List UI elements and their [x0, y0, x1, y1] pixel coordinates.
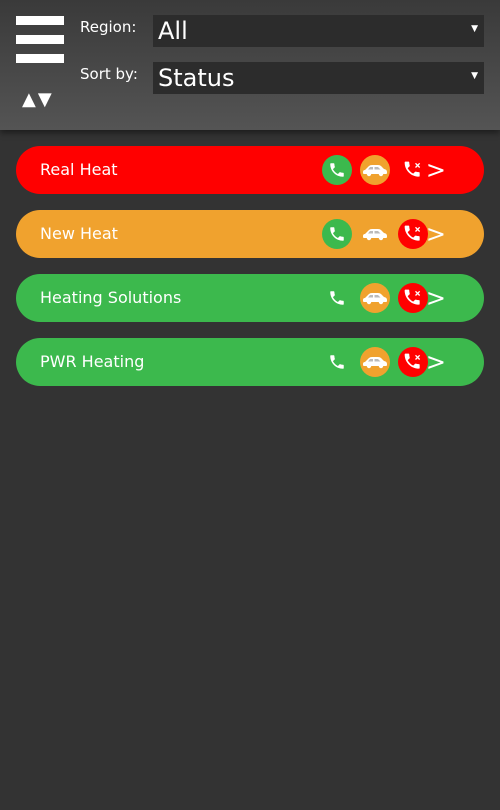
sort-arrows-icon[interactable]: ▲▼	[22, 90, 54, 110]
call-declined-icon[interactable]	[398, 155, 428, 185]
top-bar: ▲▼ Region: All ▼ Sort by: Status ▼	[0, 0, 500, 130]
company-name: Real Heat	[40, 160, 118, 179]
phone-icon[interactable]	[322, 347, 352, 377]
sort-selected-value: Status	[158, 64, 235, 92]
sort-select[interactable]: Status ▼	[153, 62, 484, 94]
company-list: Real Heat > New Heat > Heating Solutions…	[16, 146, 484, 402]
menu-icon[interactable]	[16, 16, 64, 64]
status-icons	[314, 219, 428, 249]
phone-icon[interactable]	[322, 219, 352, 249]
sort-label: Sort by:	[80, 65, 138, 83]
car-icon[interactable]	[360, 347, 390, 377]
region-select[interactable]: All ▼	[153, 15, 484, 47]
menu-bar	[16, 54, 64, 63]
status-icons	[314, 283, 428, 313]
chevron-right-icon[interactable]: >	[426, 210, 446, 258]
menu-bar	[16, 35, 64, 44]
status-icons	[314, 155, 428, 185]
car-icon[interactable]	[360, 219, 390, 249]
chevron-down-icon: ▼	[471, 71, 478, 81]
list-item[interactable]: New Heat >	[16, 210, 484, 258]
phone-icon[interactable]	[322, 283, 352, 313]
chevron-right-icon[interactable]: >	[426, 338, 446, 386]
company-name: New Heat	[40, 224, 118, 243]
list-item[interactable]: Real Heat >	[16, 146, 484, 194]
chevron-right-icon[interactable]: >	[426, 274, 446, 322]
list-item[interactable]: PWR Heating >	[16, 338, 484, 386]
chevron-right-icon[interactable]: >	[426, 146, 446, 194]
region-label: Region:	[80, 18, 137, 36]
menu-bar	[16, 16, 64, 25]
list-item[interactable]: Heating Solutions >	[16, 274, 484, 322]
call-declined-icon[interactable]	[398, 347, 428, 377]
chevron-down-icon: ▼	[471, 24, 478, 34]
car-icon[interactable]	[360, 155, 390, 185]
call-declined-icon[interactable]	[398, 283, 428, 313]
company-name: PWR Heating	[40, 352, 145, 371]
call-declined-icon[interactable]	[398, 219, 428, 249]
status-icons	[314, 347, 428, 377]
phone-icon[interactable]	[322, 155, 352, 185]
company-name: Heating Solutions	[40, 288, 182, 307]
region-selected-value: All	[158, 17, 188, 45]
car-icon[interactable]	[360, 283, 390, 313]
